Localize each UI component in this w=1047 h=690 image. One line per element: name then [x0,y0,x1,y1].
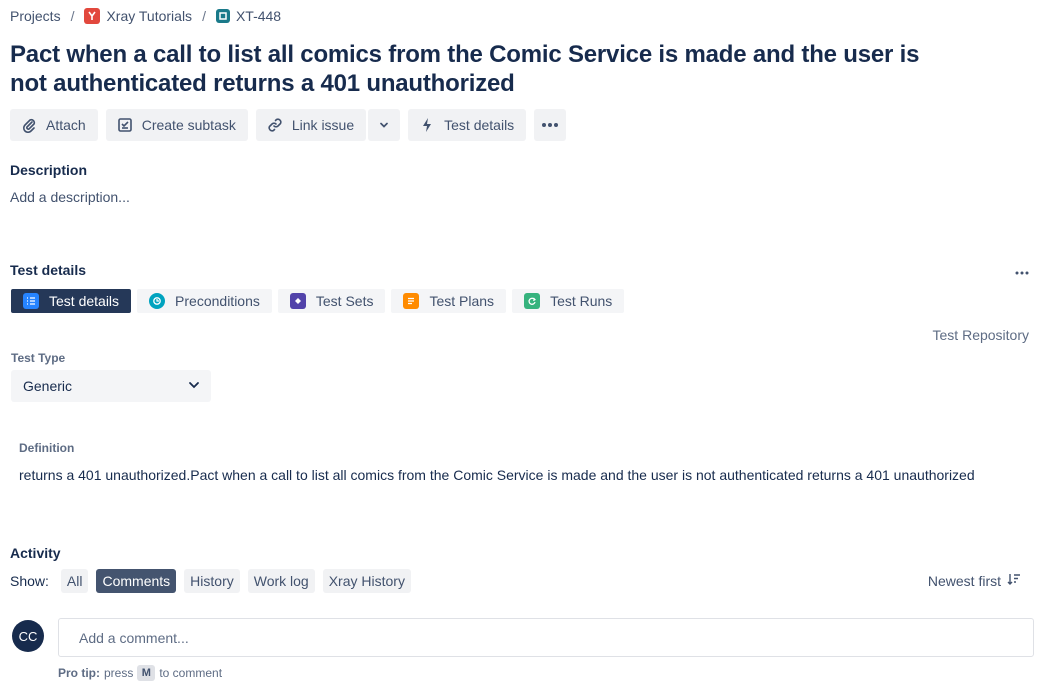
breadcrumb: Projects / Xray Tutorials / XT-448 [10,6,281,26]
tab-test-details[interactable]: Test details [11,289,132,313]
create-subtask-button[interactable]: Create subtask [105,109,248,141]
definition-text[interactable]: returns a 401 unauthorized.Pact when a c… [19,467,975,483]
test-set-icon [289,293,306,309]
chevron-down-icon [375,116,393,134]
activity-heading: Activity [10,545,61,561]
test-issue-type-icon [215,9,230,23]
test-details-button-label: Test details [444,117,515,133]
tab-label: Test Sets [315,293,374,309]
definition-label: Definition [19,441,75,455]
filter-comments-button[interactable]: Comments [96,569,177,593]
activity-filter-bar: Show: All Comments History Work log Xray… [10,569,411,593]
filter-xray-history-button[interactable]: Xray History [322,569,411,593]
test-type-select[interactable]: Generic [11,370,211,402]
test-run-icon [524,293,541,309]
tab-label: Test Plans [429,293,495,309]
paperclip-icon [20,116,38,134]
link-issue-dropdown-button[interactable] [368,109,401,141]
link-issue-label: Link issue [291,117,355,133]
create-subtask-label: Create subtask [141,117,236,133]
test-repository-link[interactable]: Test Repository [933,327,1029,343]
link-issue-button[interactable]: Link issue [255,109,367,141]
link-icon [266,116,284,134]
breadcrumb-projects[interactable]: Projects [10,8,61,24]
breadcrumb-issue-key: XT-448 [235,8,282,24]
sort-order-button[interactable]: Newest first [928,572,1021,589]
tab-test-sets[interactable]: Test Sets [277,289,386,313]
breadcrumb-separator: / [202,8,206,24]
issue-toolbar: Attach Create subtask Link issue Test de… [10,109,567,141]
attach-label: Attach [46,117,86,133]
filter-work-log-button[interactable]: Work log [247,569,315,593]
description-heading: Description [10,162,88,178]
filter-all-button[interactable]: All [60,569,89,593]
tab-label: Test Runs [550,293,613,309]
pro-tip: Pro tip: press M to comment [58,665,222,681]
pro-tip-prefix: Pro tip: [58,666,100,680]
breadcrumb-project-label: Xray Tutorials [106,8,193,24]
attach-button[interactable]: Attach [10,109,98,141]
chevron-down-icon [187,378,201,395]
test-type-label: Test Type [11,351,66,365]
issue-title[interactable]: Pact when a call to list all comics from… [10,40,930,98]
test-details-heading: Test details [10,262,86,278]
tab-label: Test details [49,293,120,309]
description-field[interactable]: Add a description... [10,189,130,205]
pro-tip-suffix: to comment [159,666,223,680]
list-icon [23,293,39,309]
tab-label: Preconditions [175,293,260,309]
tab-test-plans[interactable]: Test Plans [391,289,507,313]
tab-preconditions[interactable]: Preconditions [137,289,272,313]
sort-descending-icon [1007,572,1021,589]
project-avatar-icon [84,8,101,24]
pro-tip-press: press [104,666,134,680]
sort-label: Newest first [927,572,1001,589]
breadcrumb-project[interactable]: Xray Tutorials [84,8,192,24]
test-type-value: Generic [23,378,73,394]
filter-history-button[interactable]: History [184,569,240,593]
test-details-more-button[interactable] [1015,262,1029,280]
test-details-tabs: Test details Preconditions Test Sets Tes… [11,289,625,313]
more-horizontal-icon [1015,271,1029,275]
breadcrumb-issue[interactable]: XT-448 [215,8,282,24]
precondition-icon [149,293,166,309]
test-plan-icon [403,293,420,309]
show-label: Show: [10,573,49,589]
lightning-icon [418,116,436,134]
breadcrumb-separator: / [70,8,75,24]
test-details-button[interactable]: Test details [408,109,527,141]
more-actions-button[interactable] [534,109,567,141]
link-issue-split-button: Link issue [255,109,401,141]
avatar[interactable]: CC [12,620,44,652]
comment-input[interactable]: Add a comment... [58,618,1034,657]
tab-test-runs[interactable]: Test Runs [512,289,625,313]
keyboard-shortcut-key: M [137,665,156,681]
subtask-icon [116,116,134,134]
more-horizontal-icon [541,116,559,134]
